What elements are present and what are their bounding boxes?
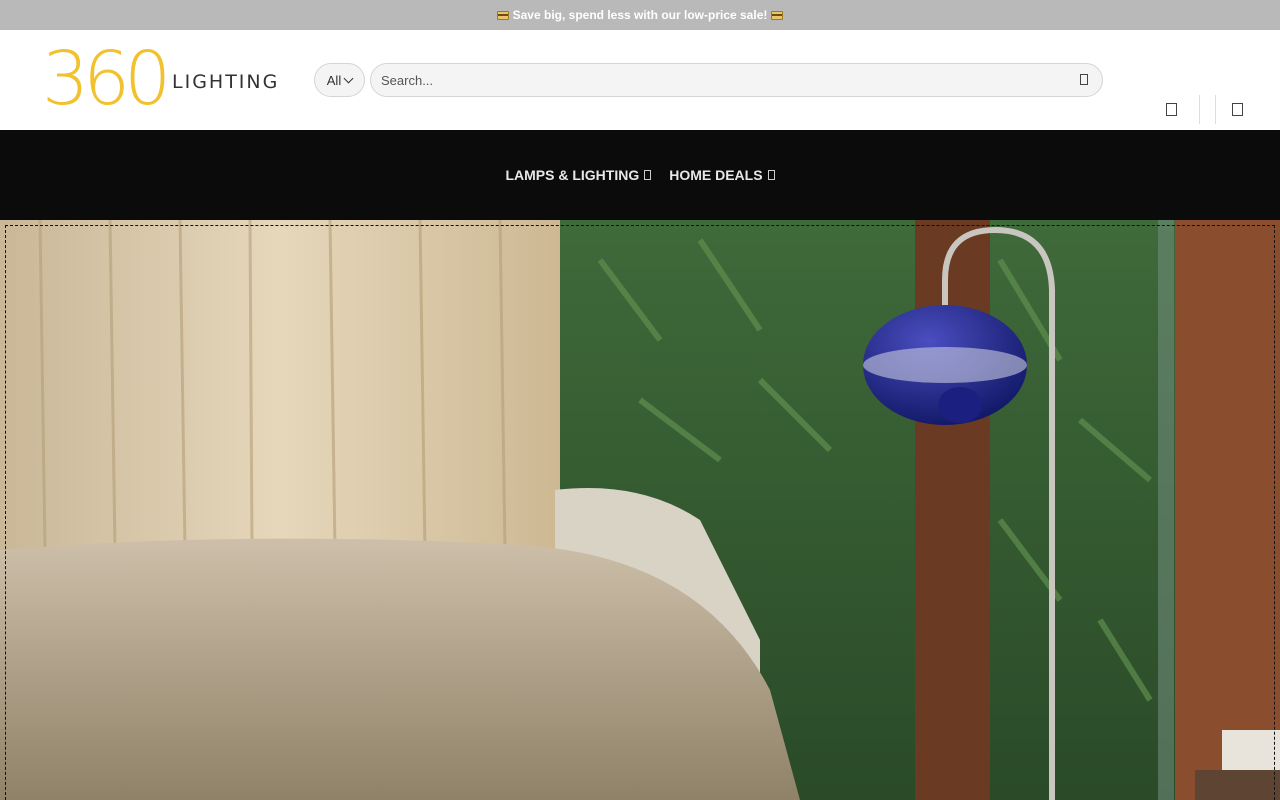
search-input[interactable] — [381, 72, 1061, 88]
nav-item-home-deals[interactable]: HOME DEALS — [669, 167, 775, 183]
main-nav: LAMPS & LIGHTING HOME DEALS — [0, 130, 1280, 220]
nav-item-label: LAMPS & LIGHTING — [505, 167, 640, 183]
nav-item-label: HOME DEALS — [669, 167, 763, 183]
hero-image — [0, 220, 1280, 800]
credit-card-icon — [771, 10, 784, 20]
category-select[interactable]: All — [314, 63, 365, 97]
chevron-down-icon — [343, 73, 354, 83]
account-icon[interactable] — [1166, 103, 1177, 116]
nav-item-lamps-lighting[interactable]: LAMPS & LIGHTING — [505, 167, 652, 183]
search-bar: All — [314, 63, 1103, 97]
category-select-value: All — [326, 72, 342, 88]
header-divider — [1199, 95, 1200, 124]
chevron-down-icon — [767, 170, 775, 180]
logo[interactable]: 360 LIGHTING — [42, 42, 282, 118]
logo-number: 360 — [42, 36, 171, 122]
hero-banner[interactable] — [0, 220, 1280, 800]
cart-icon[interactable] — [1232, 103, 1243, 116]
search-field[interactable] — [370, 63, 1103, 97]
header-divider — [1215, 95, 1216, 124]
site-header: 360 LIGHTING All — [0, 30, 1280, 130]
chevron-down-icon — [644, 170, 652, 180]
announcement-text: Save big, spend less with our low-price … — [512, 8, 768, 22]
credit-card-icon — [496, 10, 509, 20]
logo-word: LIGHTING — [172, 71, 280, 93]
search-icon[interactable] — [1080, 74, 1088, 85]
announcement-bar: Save big, spend less with our low-price … — [0, 0, 1280, 30]
